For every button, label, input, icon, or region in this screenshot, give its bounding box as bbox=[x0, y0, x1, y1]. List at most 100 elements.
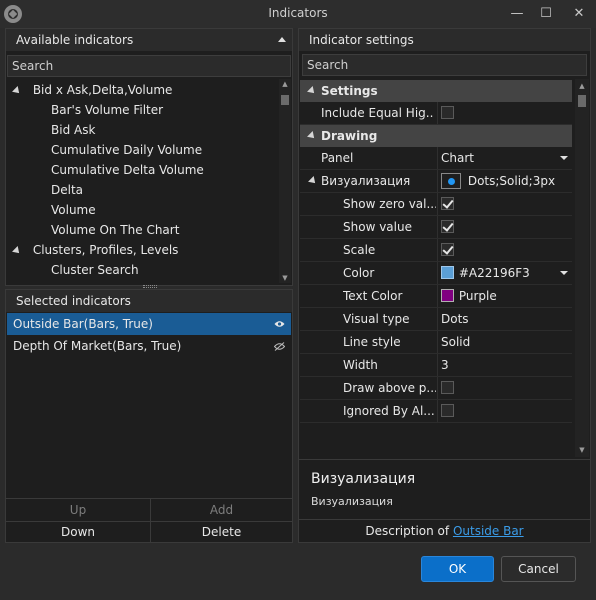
prop-value: #A22196F3 bbox=[458, 266, 530, 280]
divider bbox=[299, 519, 590, 520]
prop-value[interactable]: Solid bbox=[437, 331, 572, 353]
category-label: Drawing bbox=[321, 129, 378, 143]
collapse-triangle-icon[interactable] bbox=[307, 86, 317, 96]
ignored-by-checkbox[interactable] bbox=[441, 404, 454, 417]
ok-button[interactable]: OK bbox=[421, 556, 494, 582]
tree-item[interactable]: Delta bbox=[51, 180, 83, 200]
close-button[interactable]: ✕ bbox=[568, 4, 590, 24]
prop-value bbox=[437, 239, 572, 261]
prop-row-panel[interactable]: Panel Chart bbox=[300, 147, 572, 170]
prop-value bbox=[437, 102, 572, 124]
prop-label: Ignored By Al... bbox=[343, 404, 435, 418]
prop-row-scale[interactable]: Scale bbox=[300, 239, 572, 262]
description-title: Визуализация bbox=[311, 471, 416, 487]
expand-triangle-icon[interactable] bbox=[12, 86, 22, 96]
text-color-value[interactable]: Purple bbox=[437, 285, 572, 307]
expand-triangle-icon[interactable] bbox=[308, 176, 318, 186]
scroll-up-arrow-icon[interactable]: ▲ bbox=[279, 79, 291, 89]
tree-item[interactable]: Cluster Search bbox=[51, 260, 139, 280]
settings-search-input[interactable]: Search bbox=[302, 54, 587, 76]
prop-label: Визуализация bbox=[321, 174, 411, 188]
prop-row-draw-above[interactable]: Draw above p... bbox=[300, 377, 572, 400]
tree-item[interactable]: Cumulative Delta Volume bbox=[51, 160, 204, 180]
tree-item[interactable]: Volume On The Chart bbox=[51, 220, 179, 240]
maximize-button[interactable]: ☐ bbox=[535, 4, 557, 24]
scrollbar-thumb[interactable] bbox=[578, 95, 586, 107]
dropdown-arrow-icon[interactable] bbox=[560, 156, 568, 160]
prop-row-line-style[interactable]: Line style Solid bbox=[300, 331, 572, 354]
selected-item-label: Outside Bar(Bars, True) bbox=[13, 317, 153, 331]
scroll-up-arrow-icon[interactable]: ▲ bbox=[575, 81, 589, 91]
tree-item[interactable]: Bar's Volume Filter bbox=[51, 100, 163, 120]
collapse-icon[interactable] bbox=[278, 37, 286, 42]
selected-indicators-header: Selected indicators bbox=[6, 290, 292, 312]
prop-row-include-equal[interactable]: Include Equal Hig... bbox=[300, 102, 572, 125]
prop-row-show-value[interactable]: Show value bbox=[300, 216, 572, 239]
tree-item[interactable]: Bid Ask bbox=[51, 120, 95, 140]
up-button[interactable]: Up bbox=[7, 499, 149, 521]
available-search-input[interactable]: Search bbox=[7, 55, 291, 77]
category-drawing[interactable]: Drawing bbox=[300, 125, 572, 147]
scale-checkbox[interactable] bbox=[441, 243, 454, 256]
title-bar: Indicators — ☐ ✕ bbox=[0, 0, 596, 28]
panel-select[interactable]: Chart bbox=[437, 147, 572, 169]
description-link[interactable]: Outside Bar bbox=[453, 524, 524, 538]
expand-triangle-icon[interactable] bbox=[12, 246, 22, 256]
prop-value bbox=[437, 400, 572, 422]
dropdown-arrow-icon[interactable] bbox=[560, 271, 568, 275]
prop-row-ignored-by[interactable]: Ignored By Al... bbox=[300, 400, 572, 423]
color-select[interactable]: #A22196F3 bbox=[437, 262, 572, 284]
tree-item[interactable]: Cumulative Daily Volume bbox=[51, 140, 202, 160]
eye-hidden-icon[interactable] bbox=[274, 342, 285, 351]
draw-above-checkbox[interactable] bbox=[441, 381, 454, 394]
tree-item[interactable]: Volume bbox=[51, 200, 96, 220]
property-grid: Settings Include Equal Hig... Drawing Pa… bbox=[299, 79, 573, 457]
selected-item-label: Depth Of Market(Bars, True) bbox=[13, 339, 182, 353]
prop-row-show-zero[interactable]: Show zero val... bbox=[300, 193, 572, 216]
prop-value[interactable]: Dots bbox=[437, 308, 572, 330]
prop-row-text-color[interactable]: Text Color Purple bbox=[300, 285, 572, 308]
selected-item-outside-bar[interactable]: Outside Bar(Bars, True) bbox=[7, 313, 291, 335]
prop-value bbox=[437, 377, 572, 399]
prop-row-visual-type[interactable]: Visual type Dots bbox=[300, 308, 572, 331]
prop-row-visual[interactable]: Визуализация Dots;Solid;3px bbox=[300, 170, 572, 193]
eye-icon[interactable] bbox=[274, 320, 285, 328]
cancel-button[interactable]: Cancel bbox=[501, 556, 576, 582]
prop-label: Panel bbox=[321, 151, 354, 165]
prop-label: Line style bbox=[343, 335, 401, 349]
prop-row-color[interactable]: Color #A22196F3 bbox=[300, 262, 572, 285]
divider bbox=[299, 459, 590, 460]
prop-label: Color bbox=[343, 266, 375, 280]
prop-label: Include Equal Hig... bbox=[321, 106, 434, 120]
available-indicators-header[interactable]: Available indicators bbox=[6, 29, 292, 51]
prop-row-width[interactable]: Width 3 bbox=[300, 354, 572, 377]
color-swatch-icon bbox=[441, 289, 454, 302]
scroll-down-arrow-icon[interactable]: ▼ bbox=[279, 273, 291, 283]
prop-value: Chart bbox=[441, 151, 474, 165]
prop-label: Visual type bbox=[343, 312, 410, 326]
selected-indicators-panel: Selected indicators Outside Bar(Bars, Tr… bbox=[5, 289, 293, 543]
tree-group-clusters[interactable]: Clusters, Profiles, Levels bbox=[12, 240, 178, 260]
include-equal-checkbox[interactable] bbox=[441, 106, 454, 119]
available-scrollbar[interactable]: ▲ ▼ bbox=[279, 79, 291, 283]
delete-button[interactable]: Delete bbox=[150, 521, 292, 543]
visual-value[interactable]: Dots;Solid;3px bbox=[437, 170, 572, 192]
prop-label: Width bbox=[343, 358, 378, 372]
prop-label: Show value bbox=[343, 220, 412, 234]
category-settings[interactable]: Settings bbox=[300, 80, 572, 102]
show-zero-checkbox[interactable] bbox=[441, 197, 454, 210]
minimize-button[interactable]: — bbox=[506, 4, 528, 24]
splitter-grip[interactable] bbox=[143, 285, 157, 288]
selected-item-depth-of-market[interactable]: Depth Of Market(Bars, True) bbox=[7, 335, 291, 357]
add-button[interactable]: Add bbox=[150, 499, 292, 521]
prop-label: Scale bbox=[343, 243, 376, 257]
settings-scrollbar[interactable]: ▲ ▼ bbox=[575, 79, 589, 457]
description-footer-prefix: Description of bbox=[365, 524, 450, 538]
down-button[interactable]: Down bbox=[7, 521, 149, 543]
scroll-down-arrow-icon[interactable]: ▼ bbox=[575, 445, 589, 455]
collapse-triangle-icon[interactable] bbox=[307, 131, 317, 141]
tree-group-bid-ask[interactable]: Bid x Ask,Delta,Volume bbox=[12, 80, 172, 100]
show-value-checkbox[interactable] bbox=[441, 220, 454, 233]
scrollbar-thumb[interactable] bbox=[281, 95, 289, 105]
prop-value[interactable]: 3 bbox=[437, 354, 572, 376]
